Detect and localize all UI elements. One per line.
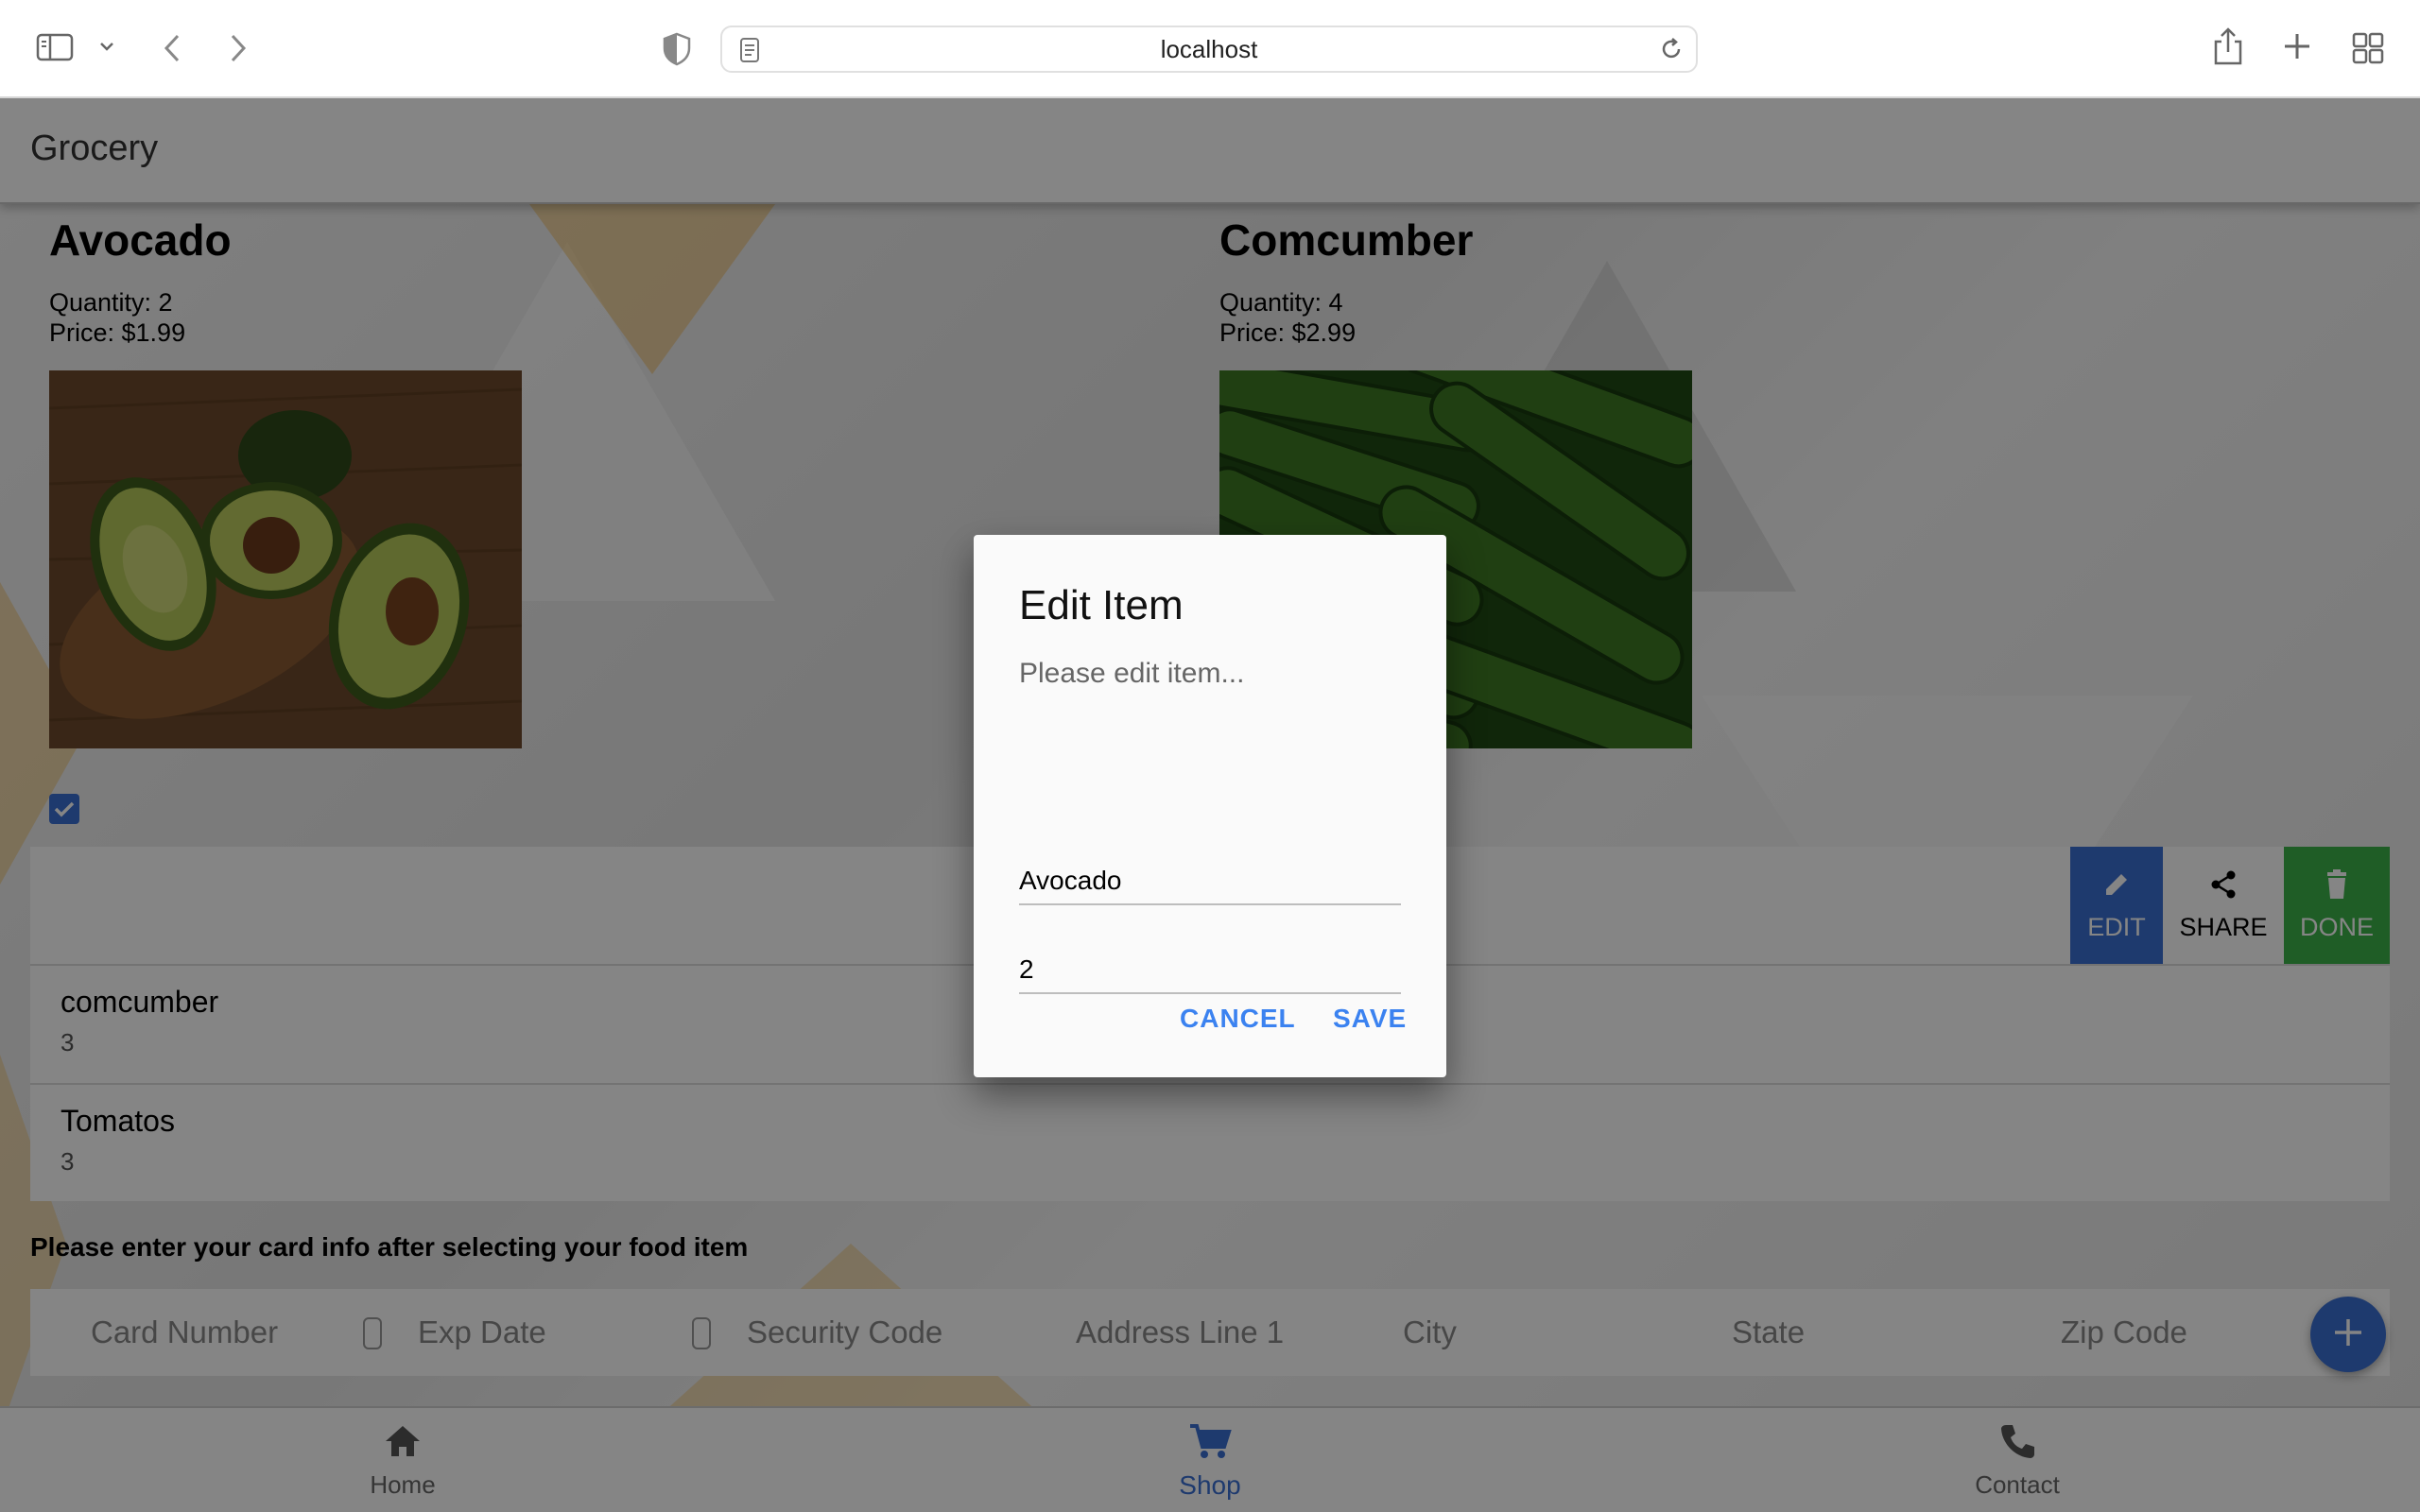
back-icon[interactable] — [161, 32, 183, 64]
url-text: localhost — [1160, 34, 1258, 63]
item-quantity-input[interactable] — [1019, 936, 1401, 994]
chevron-down-icon[interactable] — [98, 40, 115, 53]
share-icon[interactable] — [2212, 26, 2244, 66]
dialog-message: Please edit item... — [1019, 658, 1245, 689]
browser-toolbar: localhost — [0, 0, 2420, 98]
dialog-title: Edit Item — [1019, 582, 1184, 628]
save-button[interactable]: SAVE — [1333, 1004, 1407, 1034]
tab-overview-icon[interactable] — [2352, 32, 2384, 64]
privacy-shield-icon[interactable] — [662, 32, 692, 66]
forward-icon[interactable] — [227, 32, 250, 64]
cancel-button[interactable]: CANCEL — [1180, 1004, 1296, 1034]
app-window: Grocery Avocado Quantity: 2 Price: $1.99 — [0, 98, 2420, 1512]
reload-icon[interactable] — [1658, 36, 1685, 67]
address-bar[interactable]: localhost — [720, 26, 1698, 73]
edit-item-dialog: Edit Item Please edit item... CANCEL SAV… — [974, 535, 1446, 1077]
item-name-input[interactable] — [1019, 847, 1401, 905]
new-tab-icon[interactable] — [2282, 31, 2312, 61]
sidebar-icon[interactable] — [36, 32, 74, 62]
